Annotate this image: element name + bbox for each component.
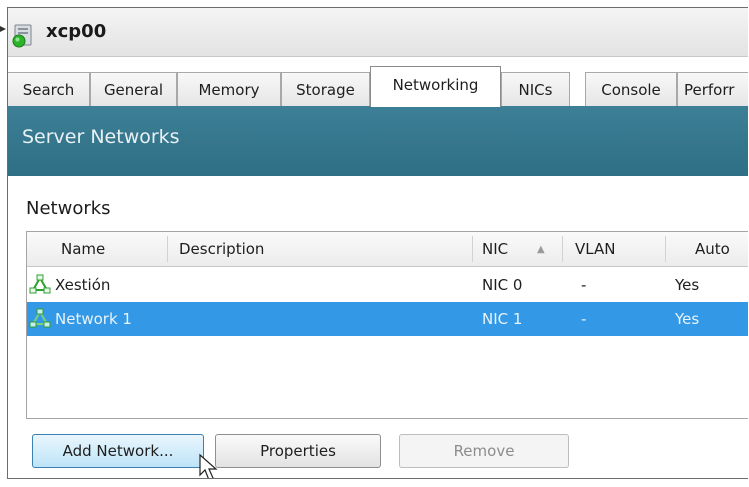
table-row-selected[interactable]: Network 1 NIC 1 - Yes bbox=[27, 302, 748, 336]
server-window: xcp00 Search General Memory Storage Netw… bbox=[7, 7, 748, 479]
row-name: Xestión bbox=[55, 276, 111, 294]
tab-bar: Search General Memory Storage Networking… bbox=[8, 66, 748, 107]
column-header-auto[interactable]: Auto bbox=[695, 240, 730, 258]
networks-table: Name Description NIC ▲ VLAN Auto Xestión… bbox=[26, 231, 748, 419]
column-header-vlan[interactable]: VLAN bbox=[575, 240, 615, 258]
mouse-pointer-icon bbox=[199, 453, 218, 478]
tab-general[interactable]: General bbox=[90, 72, 177, 106]
server-running-icon bbox=[12, 24, 32, 48]
row-vlan: - bbox=[581, 276, 587, 294]
row-name: Network 1 bbox=[55, 310, 132, 328]
title-bar: xcp00 bbox=[8, 8, 748, 57]
networks-heading: Networks bbox=[26, 198, 111, 219]
row-auto: Yes bbox=[675, 310, 700, 328]
table-header: Name Description NIC ▲ VLAN Auto bbox=[27, 232, 748, 267]
server-name: xcp00 bbox=[46, 21, 107, 42]
row-auto: Yes bbox=[675, 276, 700, 294]
table-row[interactable]: Xestión NIC 0 - Yes bbox=[27, 268, 748, 302]
remove-button[interactable]: Remove bbox=[399, 434, 569, 468]
tab-console[interactable]: Console bbox=[585, 72, 677, 106]
page-banner: Server Networks bbox=[8, 106, 748, 176]
tab-nics[interactable]: NICs bbox=[501, 72, 570, 106]
tab-networking[interactable]: Networking bbox=[370, 66, 501, 107]
page-title: Server Networks bbox=[22, 126, 180, 148]
arrow-marker-icon bbox=[0, 26, 6, 32]
sort-ascending-icon: ▲ bbox=[537, 244, 545, 255]
column-header-nic[interactable]: NIC bbox=[482, 240, 508, 258]
tab-search[interactable]: Search bbox=[8, 72, 90, 106]
network-icon bbox=[29, 274, 51, 294]
tab-performance[interactable]: Perforr bbox=[677, 72, 748, 106]
column-header-description[interactable]: Description bbox=[179, 240, 264, 258]
row-nic: NIC 0 bbox=[482, 276, 523, 294]
tab-storage[interactable]: Storage bbox=[281, 72, 370, 106]
row-nic: NIC 1 bbox=[482, 310, 523, 328]
column-header-name[interactable]: Name bbox=[61, 240, 105, 258]
tab-memory[interactable]: Memory bbox=[177, 72, 281, 106]
add-network-button[interactable]: Add Network... bbox=[32, 434, 204, 468]
row-vlan: - bbox=[581, 310, 587, 328]
properties-button[interactable]: Properties bbox=[215, 434, 381, 468]
network-icon bbox=[29, 308, 51, 328]
